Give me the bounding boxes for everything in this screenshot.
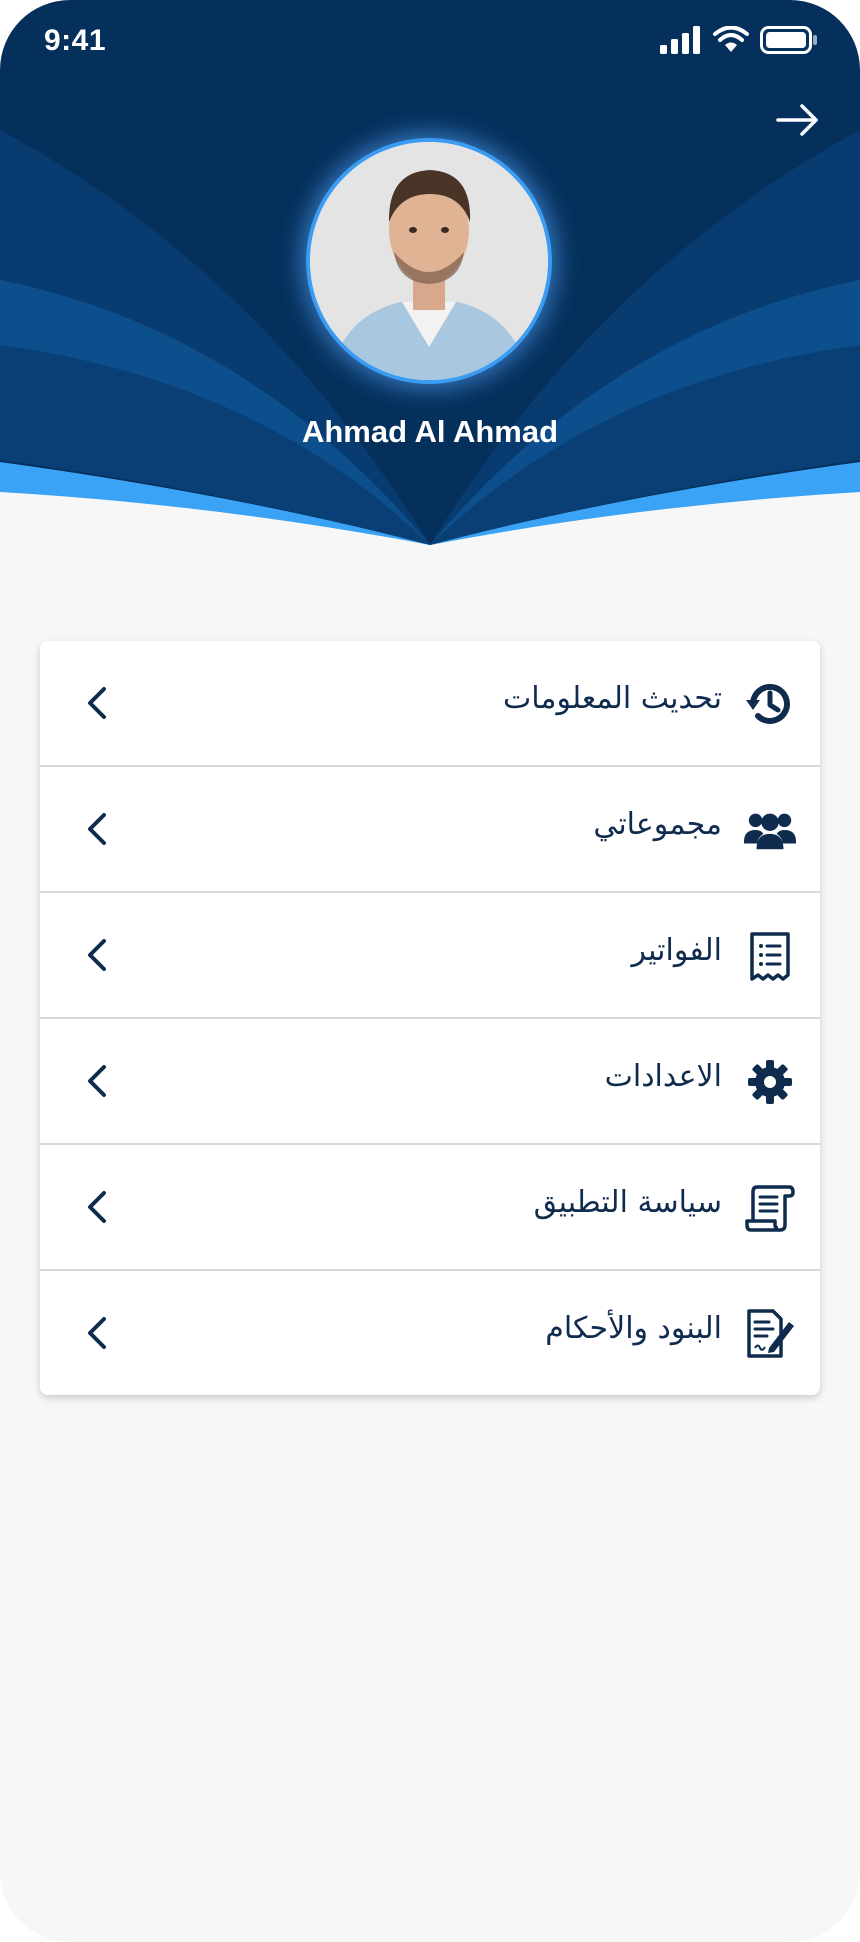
menu-item-label: البنود والأحكام xyxy=(545,1311,722,1346)
history-icon xyxy=(744,678,796,730)
menu-item-label: مجموعاتي xyxy=(593,807,722,842)
cellular-signal-icon xyxy=(660,26,700,54)
document-sign-icon xyxy=(744,1308,796,1360)
menu-item-invoices[interactable]: الفواتير xyxy=(40,893,820,1019)
users-group-icon xyxy=(744,804,796,856)
menu-item-terms[interactable]: البنود والأحكام xyxy=(40,1271,820,1395)
scroll-icon xyxy=(744,1182,796,1234)
profile-menu: تحديث المعلومات مجموعاتي الفواتير الاعدا… xyxy=(40,641,820,1395)
battery-icon xyxy=(760,26,817,54)
menu-item-label: الفواتير xyxy=(631,933,722,968)
menu-item-label: سياسة التطبيق xyxy=(533,1185,722,1220)
invoice-icon xyxy=(744,930,796,982)
menu-item-my-groups[interactable]: مجموعاتي xyxy=(40,767,820,893)
chevron-left-icon xyxy=(88,1317,106,1349)
gear-icon xyxy=(744,1056,796,1108)
status-icons xyxy=(660,26,818,54)
avatar[interactable] xyxy=(306,138,552,384)
chevron-left-icon xyxy=(88,1191,106,1223)
arrow-right-icon xyxy=(776,104,818,136)
menu-item-label: تحديث المعلومات xyxy=(503,681,722,716)
menu-item-app-policy[interactable]: سياسة التطبيق xyxy=(40,1145,820,1271)
app-screen: 9:41 Ahmad Al Ahmad تحديث المعلومات مجمو… xyxy=(0,0,860,1942)
menu-item-label: الاعدادات xyxy=(604,1059,722,1094)
logout-button[interactable] xyxy=(770,96,826,144)
status-time: 9:41 xyxy=(44,24,107,57)
chevron-left-icon xyxy=(88,1065,106,1097)
user-photo xyxy=(310,142,548,380)
avatar-image xyxy=(306,138,552,384)
chevron-left-icon xyxy=(88,939,106,971)
profile-header: 9:41 Ahmad Al Ahmad xyxy=(0,0,860,560)
chevron-left-icon xyxy=(88,687,106,719)
status-bar: 9:41 xyxy=(0,0,860,90)
user-name: Ahmad Al Ahmad xyxy=(301,414,559,449)
menu-item-settings[interactable]: الاعدادات xyxy=(40,1019,820,1145)
wifi-icon xyxy=(713,26,749,52)
chevron-left-icon xyxy=(88,813,106,845)
menu-item-update-info[interactable]: تحديث المعلومات xyxy=(40,641,820,767)
